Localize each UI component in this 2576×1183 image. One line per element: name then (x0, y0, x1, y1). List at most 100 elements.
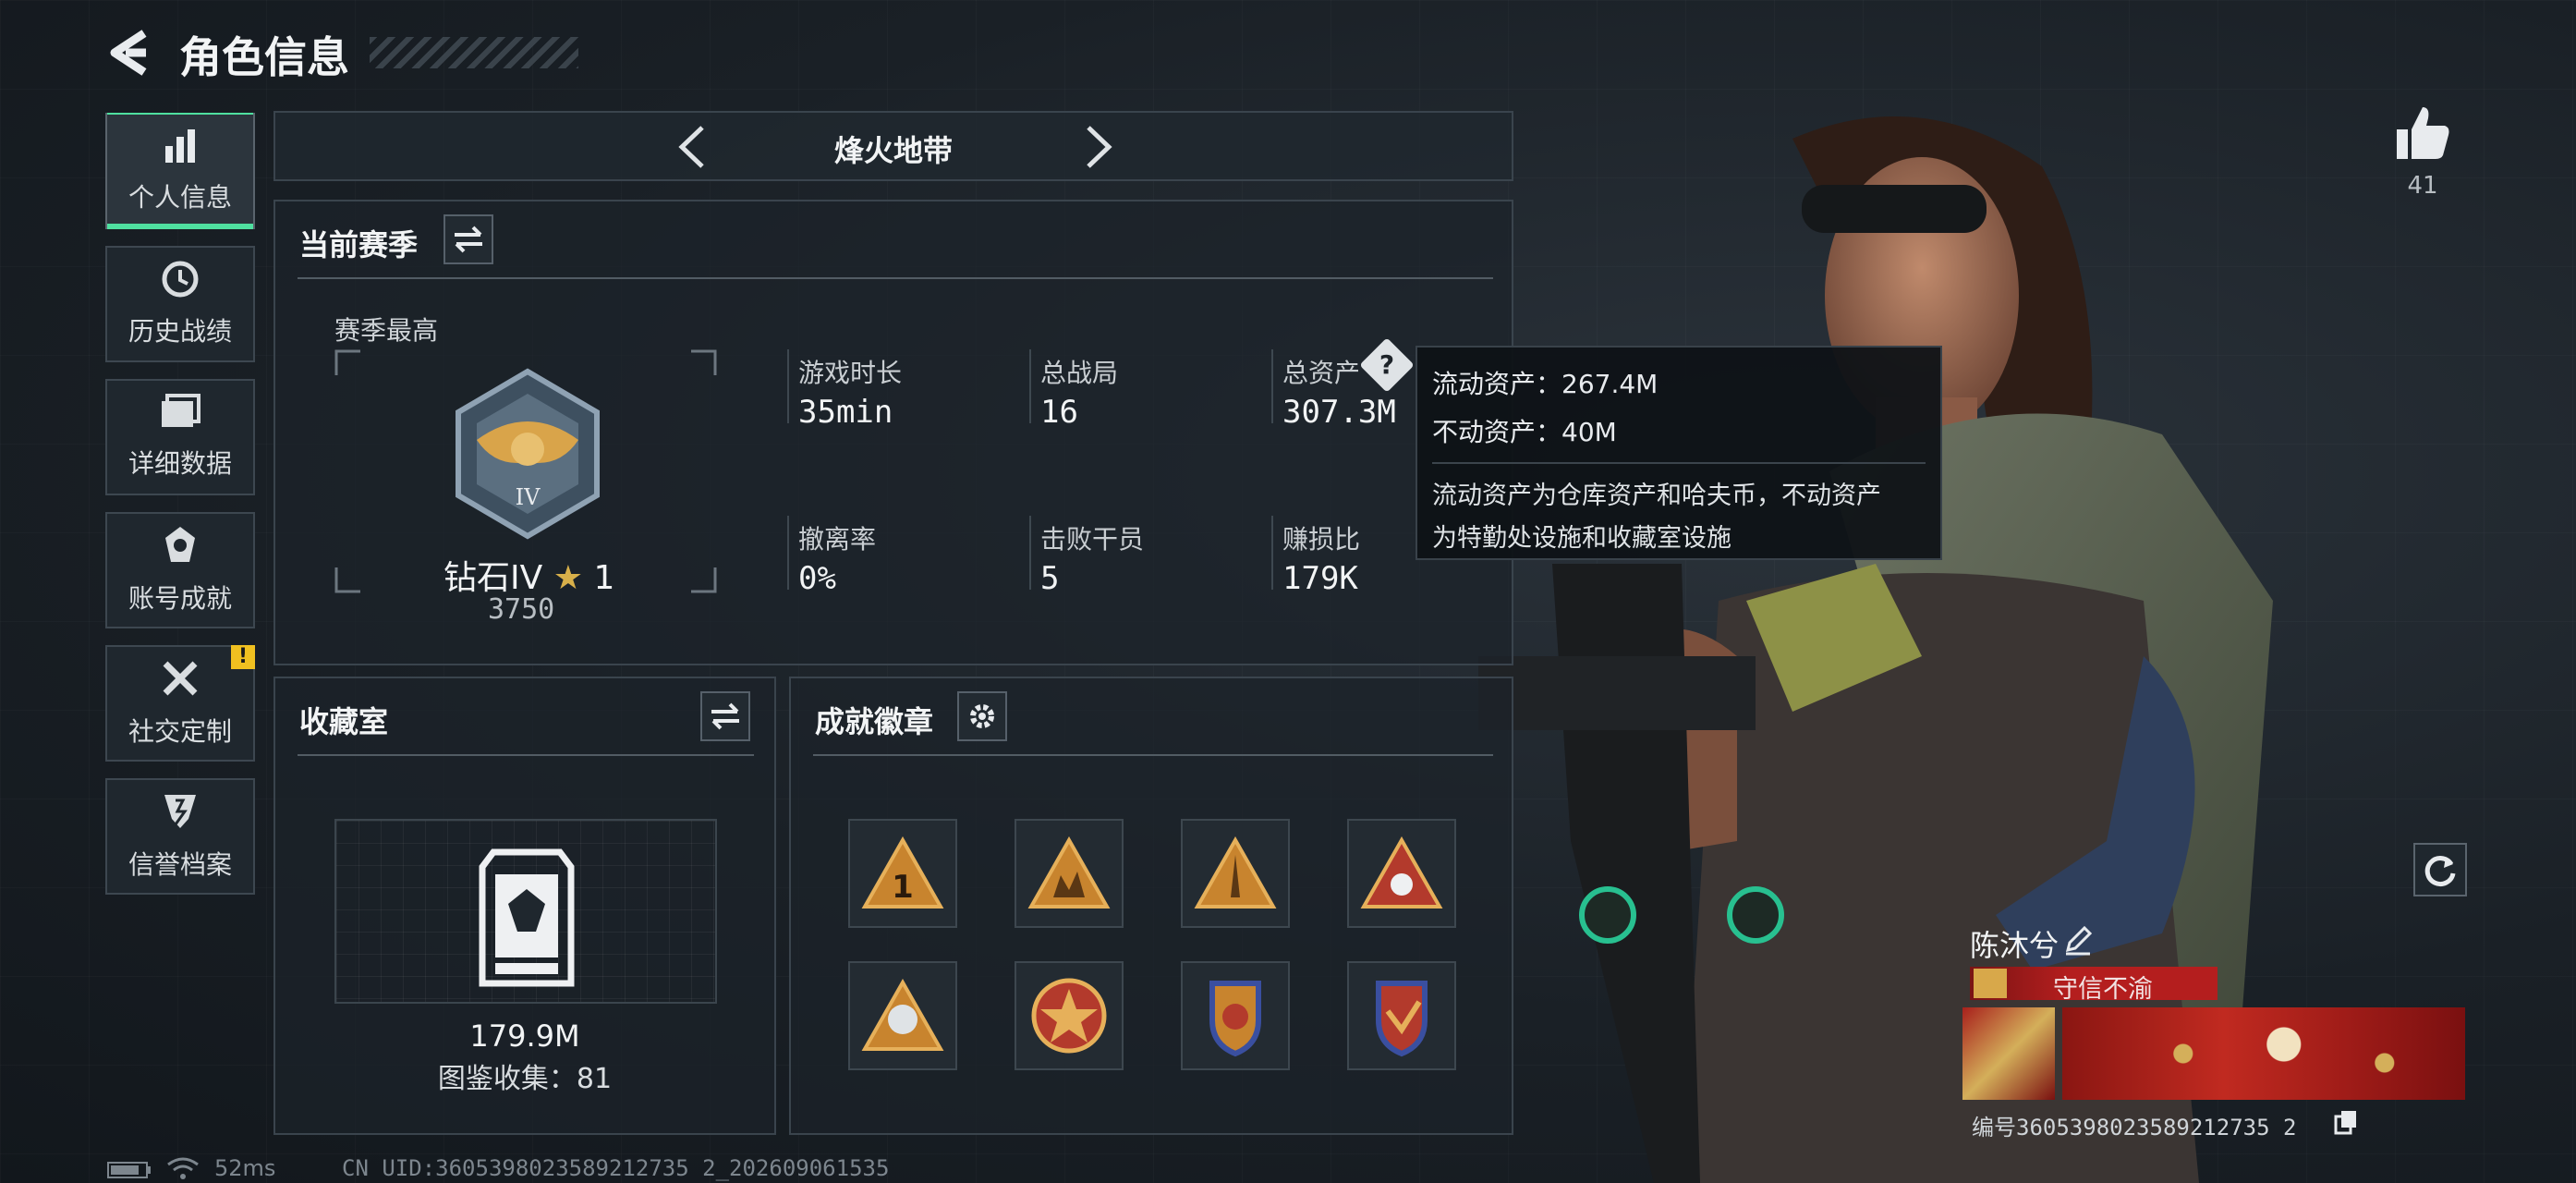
achievement-badge[interactable] (1015, 961, 1124, 1070)
achievement-badge[interactable] (1181, 819, 1290, 928)
next-mode-button[interactable] (1081, 124, 1118, 170)
thumbs-up-icon (2397, 107, 2449, 159)
rank-name: 钻石IV ★ 1 (444, 551, 614, 599)
stat-label: 击败干员 (1040, 524, 1145, 555)
ping-value: 52ms (214, 1155, 276, 1181)
stat-value: 179K (1282, 560, 1358, 597)
player-name: 陈沐兮 (1970, 928, 2060, 963)
back-arrow-icon (110, 30, 147, 76)
player-id-label: 编号 (1972, 1115, 2016, 1140)
stat-label: 总战局 (1040, 358, 1119, 388)
stat-label: 赚损比 (1282, 524, 1361, 555)
stat-label: 撤离率 (798, 524, 877, 555)
sidebar-item-achievements[interactable]: 账号成就 (105, 512, 255, 628)
achievement-badge[interactable] (1347, 819, 1456, 928)
sidebar-item-label: 详细数据 (128, 448, 232, 479)
collection-progress: 图鉴收集：81 (437, 1063, 613, 1095)
achievement-title: 成就徽章 (815, 704, 934, 739)
copy-id-button[interactable] (2334, 1109, 2358, 1135)
stat-value: 0% (798, 560, 836, 597)
divider (1271, 516, 1273, 590)
edit-name-button[interactable] (2062, 924, 2094, 956)
bar-chart-icon (165, 129, 195, 163)
diamond-rank-emblem: IV (456, 368, 600, 540)
display-case-icon (479, 848, 575, 987)
stat-value: 5 (1040, 560, 1060, 597)
stat-value: 16 (1040, 394, 1078, 431)
medal-icon (165, 527, 195, 562)
rank-tier: 钻石IV (444, 559, 543, 597)
folder-icon (162, 394, 200, 427)
server-uid: CN UID:3605398023589212735 2_20260906153… (342, 1155, 890, 1181)
rank-stars: 1 (593, 559, 615, 597)
star-icon: ★ (553, 559, 583, 597)
mode-title: 烽火地带 (833, 133, 953, 168)
triangle-badge-icon (861, 979, 944, 1051)
divider (1432, 462, 1926, 464)
gear-icon (970, 704, 994, 728)
sidebar-item-label: 个人信息 (128, 182, 232, 213)
refresh-icon (2424, 856, 2456, 887)
like-count: 41 (2407, 172, 2438, 200)
clock-icon (162, 261, 199, 298)
shield-icon (164, 795, 196, 828)
divider (298, 277, 1493, 279)
sidebar-item-label: 社交定制 (128, 716, 232, 747)
divider (813, 754, 1493, 756)
name-card-banner[interactable] (2062, 1007, 2465, 1100)
refresh-button[interactable] (2413, 843, 2467, 896)
season-switch-button[interactable] (444, 214, 493, 264)
divider (787, 349, 789, 423)
swap-icon (711, 702, 739, 730)
reputation-title: 守信不渝 (2053, 975, 2153, 1004)
rank-score: 3750 (488, 593, 555, 626)
achievement-badge[interactable] (848, 961, 957, 1070)
triangle-badge-icon (1194, 836, 1277, 909)
stat-label: 游戏时长 (798, 358, 903, 388)
reputation-emblem-icon (1974, 969, 2007, 998)
achievement-badge[interactable] (1181, 961, 1290, 1070)
sidebar-item-personal-info[interactable]: 个人信息 (105, 113, 255, 229)
sidebar-item-details[interactable]: 详细数据 (105, 379, 255, 495)
achievement-badge[interactable]: 1 (848, 819, 957, 928)
divider (787, 516, 789, 590)
divider (1271, 349, 1273, 423)
stat-value: 35min (798, 394, 893, 431)
season-title: 当前赛季 (299, 227, 419, 262)
sidebar-item-reputation[interactable]: 信誉档案 (105, 778, 255, 895)
collection-title: 收藏室 (299, 704, 389, 739)
stat-value: 307.3M (1282, 394, 1396, 431)
sidebar-item-history[interactable]: 历史战绩 (105, 246, 255, 362)
reputation-banner: 守信不渝 (1970, 967, 2218, 1004)
triangle-badge-icon (1027, 836, 1111, 909)
season-best-label: 赛季最高 (334, 315, 439, 346)
collection-switch-button[interactable] (700, 691, 750, 741)
sidebar-item-label: 信誉档案 (128, 849, 232, 880)
svg-text:1: 1 (892, 869, 914, 906)
sidebar-item-label: 历史战绩 (128, 316, 232, 347)
star-badge-icon (1031, 978, 1107, 1054)
sidebar-item-label: 账号成就 (128, 583, 232, 614)
like-button[interactable] (2393, 104, 2452, 163)
triangle-badge-icon (1360, 836, 1443, 909)
battery-icon (107, 1162, 151, 1178)
divider (1029, 349, 1031, 423)
total-assets-tooltip: 流动资产：267.4M 不动资产：40M 流动资产为仓库资产和哈夫币，不动资产 … (1416, 346, 1942, 560)
wifi-icon (167, 1157, 199, 1179)
tooltip-description-2: 为特勤处设施和收藏室设施 (1432, 524, 1732, 553)
collection-display[interactable] (334, 819, 717, 1004)
tools-icon (163, 661, 198, 696)
tooltip-liquid-assets: 流动资产：267.4M (1432, 369, 1659, 399)
avatar-frame[interactable] (1962, 1007, 2055, 1100)
achievement-badge[interactable] (1015, 819, 1124, 928)
achievement-badge[interactable] (1347, 961, 1456, 1070)
back-button[interactable] (107, 28, 153, 78)
tooltip-fixed-assets: 不动资产：40M (1432, 417, 1617, 447)
divider (1029, 516, 1031, 590)
achievement-settings-button[interactable] (957, 691, 1007, 741)
player-id: 编号3605398023589212735 2 (1972, 1109, 2296, 1141)
season-panel: 当前赛季 赛季最高 IV 钻石IV ★ 1 3750 游戏时长 35min 总战… (273, 200, 1513, 665)
mode-selector: 烽火地带 (273, 111, 1513, 181)
sidebar-item-social[interactable]: 社交定制 ! (105, 645, 255, 762)
triangle-badge-icon: 1 (861, 836, 944, 909)
